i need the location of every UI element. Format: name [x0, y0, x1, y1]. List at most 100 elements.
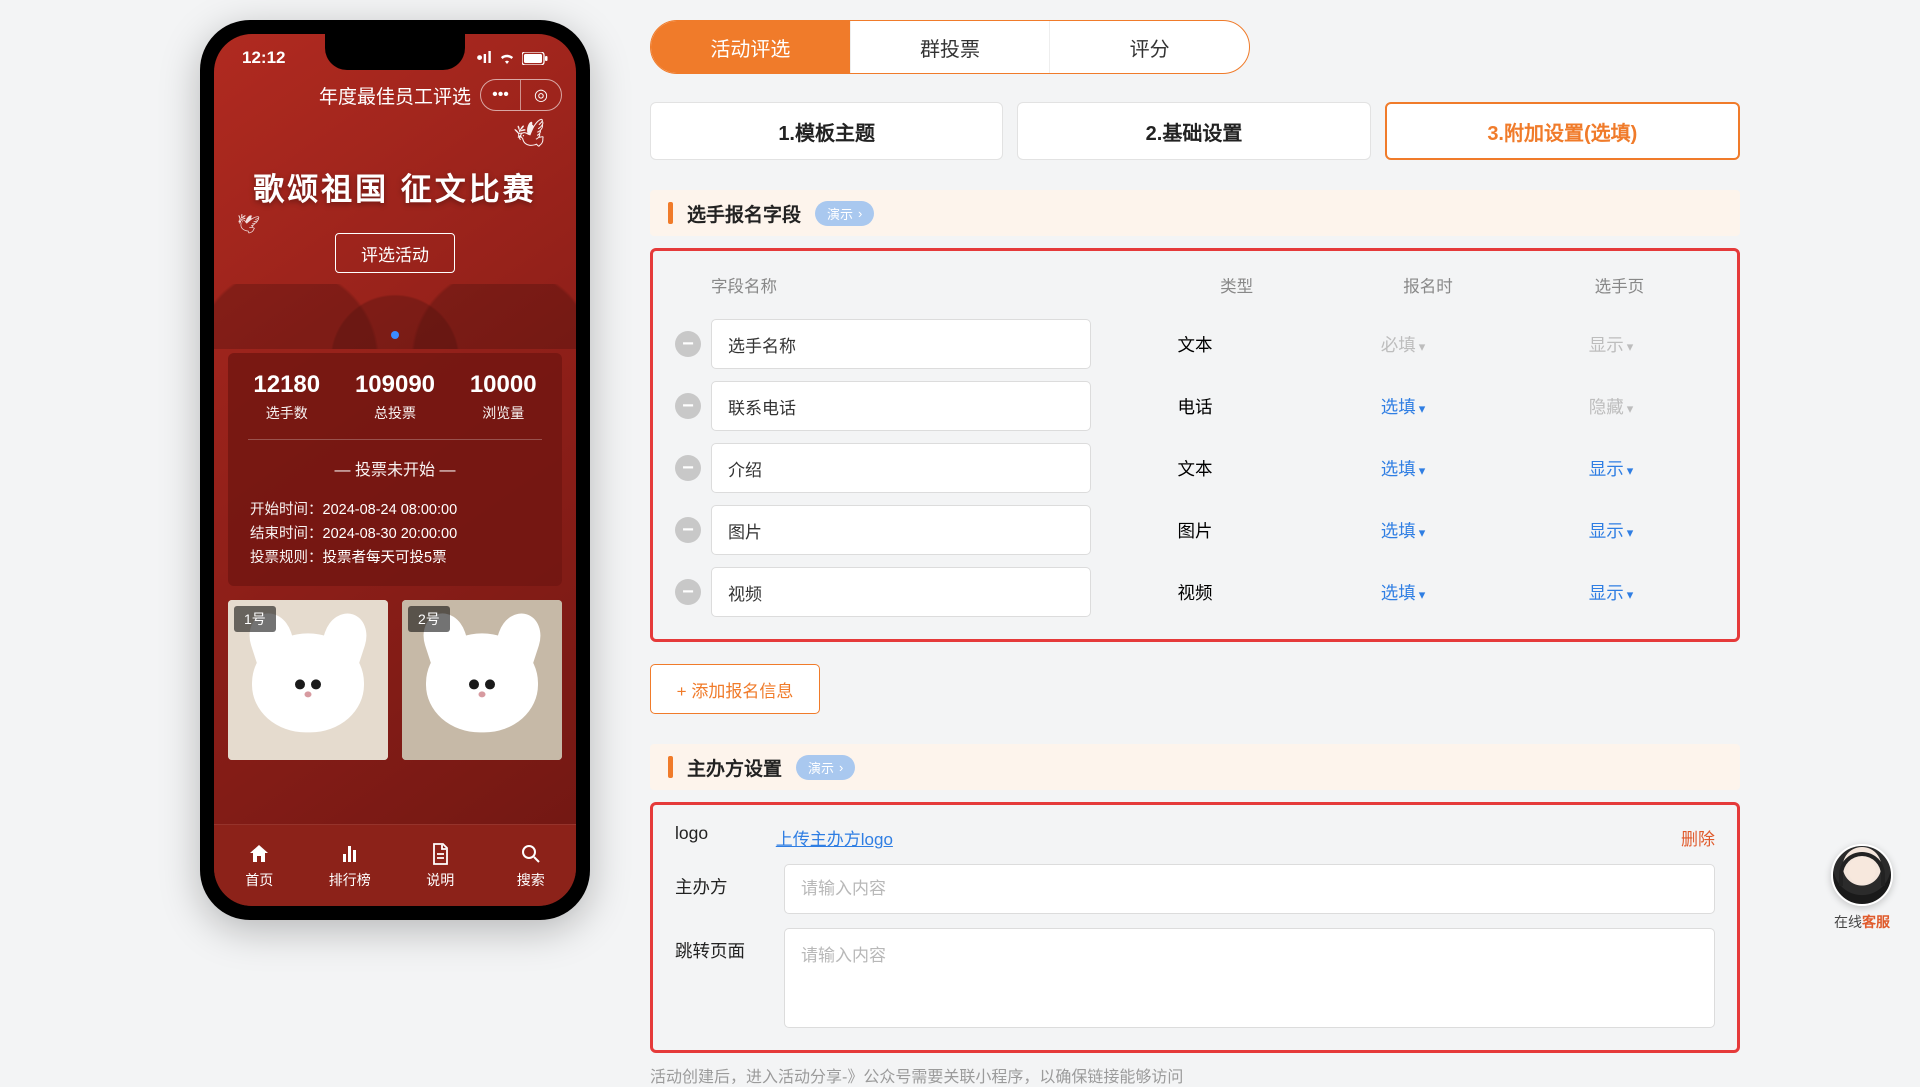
section-header-fields: 选手报名字段 演示: [650, 190, 1740, 236]
banner: 🕊 🕊 歌颂祖国 征文比赛 评选活动: [214, 114, 576, 349]
display-dropdown: 隐藏: [1589, 397, 1634, 417]
stat-number: 10000: [470, 371, 537, 399]
stat-number: 12180: [253, 371, 320, 399]
display-dropdown[interactable]: 显示: [1589, 583, 1634, 603]
cs-avatar-icon: [1831, 844, 1893, 906]
delete-logo-link[interactable]: 删除: [1681, 825, 1715, 850]
home-icon: [247, 842, 271, 866]
phone-preview: 12:12 •ıl 年度最佳员工评选 ••• ◎ 🕊 🕊 歌颂祖国 征文比赛: [200, 20, 590, 920]
hint-text: 活动创建后，进入活动分享-》公众号需要关联小程序，以确保链接能够访问: [650, 1063, 1740, 1087]
upload-logo-link[interactable]: 上传主办方logo: [776, 825, 893, 850]
stat-item: 10000 浏览量: [470, 371, 537, 423]
battery-icon: [522, 52, 548, 65]
customer-service-widget[interactable]: 在线客服: [1828, 844, 1896, 932]
signal-icon: •ıl: [477, 48, 492, 68]
stats-card: 12180选手数109090总投票10000浏览量 — 投票未开始 — 开始时间…: [228, 353, 562, 586]
info-line: 投票规则：投票者每天可投5票: [250, 546, 540, 570]
field-type: 图片: [1091, 518, 1299, 543]
step-tab-basic[interactable]: 2.基础设置: [1017, 102, 1370, 160]
register-dropdown[interactable]: 选填: [1381, 397, 1426, 417]
bottom-nav: 首页排行榜 说明 搜索: [214, 824, 576, 906]
field-row: − 文本 选填 显示: [675, 443, 1715, 493]
search-icon: [519, 842, 543, 866]
banner-title: 歌颂祖国 征文比赛: [214, 164, 576, 209]
section-title: 主办方设置: [687, 754, 782, 781]
contestant-card[interactable]: 1号: [228, 600, 388, 760]
app-title: 年度最佳员工评选: [319, 82, 471, 109]
nav-label: 排行榜: [329, 870, 371, 890]
col-name: 字段名称: [711, 273, 1141, 297]
info-line: 开始时间：2024-08-24 08:00:00: [250, 498, 540, 522]
field-row: − 视频 选填 显示: [675, 567, 1715, 617]
jump-page-label: 跳转页面: [675, 928, 760, 963]
contestant-tag: 1号: [234, 606, 276, 632]
stat-label: 浏览量: [470, 403, 537, 423]
field-name-input[interactable]: [711, 567, 1091, 617]
stat-number: 109090: [355, 371, 435, 399]
display-dropdown[interactable]: 显示: [1589, 459, 1634, 479]
field-type: 视频: [1091, 580, 1299, 605]
more-icon[interactable]: •••: [481, 80, 521, 110]
tab-rating[interactable]: 评分: [1049, 21, 1249, 73]
target-icon[interactable]: ◎: [521, 80, 561, 110]
logo-label: logo: [675, 821, 752, 844]
field-name-input[interactable]: [711, 381, 1091, 431]
step-tab-additional[interactable]: 3.附加设置(选填): [1385, 102, 1740, 160]
remove-field-button[interactable]: −: [675, 455, 701, 481]
fields-box: 字段名称 类型 报名时 选手页 − 文本 必填 显示 − 电话 选填 隐藏 − …: [650, 248, 1740, 642]
nav-item-1[interactable]: 排行榜: [305, 825, 396, 906]
field-type: 电话: [1091, 394, 1299, 419]
organizer-input[interactable]: [784, 864, 1715, 914]
document-icon: [428, 842, 452, 866]
demo-button[interactable]: 演示: [815, 201, 874, 226]
cs-label: 在线客服: [1828, 912, 1896, 932]
field-name-input[interactable]: [711, 505, 1091, 555]
stat-item: 109090总投票: [355, 371, 435, 423]
step-tab-template[interactable]: 1.模板主题: [650, 102, 1003, 160]
field-row: − 电话 选填 隐藏: [675, 381, 1715, 431]
step-tab-bar: 1.模板主题 2.基础设置 3.附加设置(选填): [650, 102, 1740, 160]
field-name-input[interactable]: [711, 443, 1091, 493]
add-field-button[interactable]: + 添加报名信息: [650, 664, 820, 714]
register-dropdown[interactable]: 选填: [1381, 459, 1426, 479]
field-type: 文本: [1091, 456, 1299, 481]
tab-activity-selection[interactable]: 活动评选: [651, 21, 850, 73]
banner-button[interactable]: 评选活动: [335, 233, 455, 273]
section-header-organizer: 主办方设置 演示: [650, 744, 1740, 790]
nav-item-2[interactable]: 说明: [395, 825, 486, 906]
nav-label: 说明: [426, 870, 454, 890]
field-row: − 图片 选填 显示: [675, 505, 1715, 555]
register-dropdown: 必填: [1381, 335, 1426, 355]
remove-field-button[interactable]: −: [675, 517, 701, 543]
register-dropdown[interactable]: 选填: [1381, 521, 1426, 541]
miniprogram-capsule[interactable]: ••• ◎: [480, 79, 562, 111]
tab-group-vote[interactable]: 群投票: [850, 21, 1050, 73]
field-header-row: 字段名称 类型 报名时 选手页: [675, 259, 1715, 307]
register-dropdown[interactable]: 选填: [1381, 583, 1426, 603]
dove-icon: 🕊: [512, 116, 552, 154]
ranking-icon: [338, 842, 362, 866]
col-display: 选手页: [1524, 273, 1715, 297]
display-dropdown: 显示: [1589, 335, 1634, 355]
wifi-icon: [498, 51, 516, 65]
nav-item-3[interactable]: 搜索: [486, 825, 577, 906]
remove-field-button[interactable]: −: [675, 579, 701, 605]
nav-label: 搜索: [517, 870, 545, 890]
field-type: 文本: [1091, 332, 1299, 357]
col-register: 报名时: [1332, 273, 1523, 297]
contestant-tag: 2号: [408, 606, 450, 632]
stat-label: 选手数: [253, 403, 320, 423]
remove-field-button[interactable]: −: [675, 393, 701, 419]
remove-field-button[interactable]: −: [675, 331, 701, 357]
contestant-card[interactable]: 2号: [402, 600, 562, 760]
display-dropdown[interactable]: 显示: [1589, 521, 1634, 541]
nav-item-0[interactable]: 首页: [214, 825, 305, 906]
carousel-dot[interactable]: [391, 331, 399, 339]
organizer-box: logo 上传主办方logo 删除 主办方 跳转页面: [650, 802, 1740, 1053]
demo-button[interactable]: 演示: [796, 755, 855, 780]
field-row: − 文本 必填 显示: [675, 319, 1715, 369]
field-name-input[interactable]: [711, 319, 1091, 369]
jump-page-textarea[interactable]: [784, 928, 1715, 1028]
col-type: 类型: [1141, 273, 1332, 297]
info-line: 结束时间：2024-08-30 20:00:00: [250, 522, 540, 546]
